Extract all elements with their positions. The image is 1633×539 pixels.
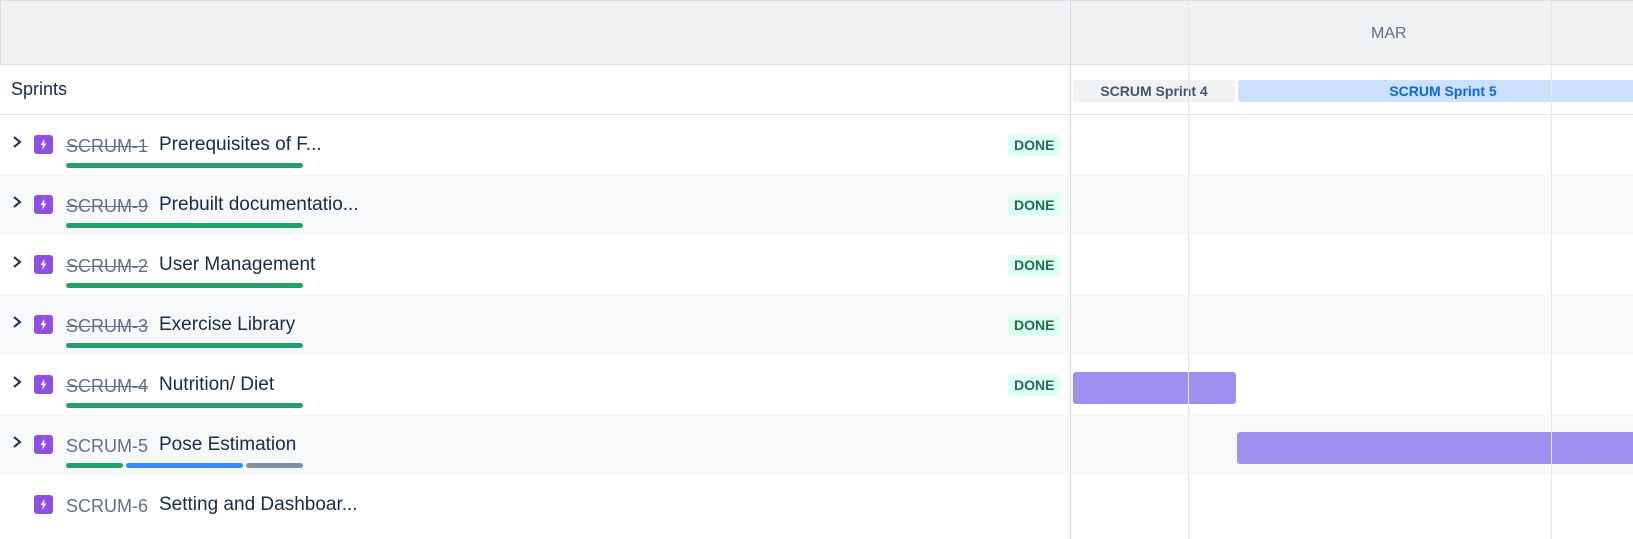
list-item[interactable]: SCRUM-1 Prerequisites of F... DONE: [0, 115, 1071, 175]
epic-icon: [34, 375, 53, 394]
list-item[interactable]: SCRUM-9 Prebuilt documentatio... DONE: [0, 175, 1071, 235]
issue-title[interactable]: Nutrition/ Diet: [159, 374, 274, 396]
issue-title[interactable]: User Management: [159, 254, 315, 276]
list-header: [0, 0, 1071, 65]
progress-done: [66, 403, 303, 408]
issue-title[interactable]: Pose Estimation: [159, 434, 296, 456]
progress-done: [66, 463, 123, 468]
status-badge[interactable]: DONE: [1008, 315, 1061, 336]
timeline-header: MAR: [1071, 0, 1633, 65]
timeline-row: [1071, 355, 1633, 415]
progress-done: [66, 163, 303, 168]
status-badge[interactable]: DONE: [1008, 375, 1061, 396]
timeline-row: [1071, 475, 1633, 535]
sprint-4-chip[interactable]: SCRUM Sprint 4: [1073, 80, 1235, 102]
sprint-5-chip[interactable]: SCRUM Sprint 5: [1238, 80, 1633, 102]
month-label: MAR: [1371, 25, 1407, 42]
list-item[interactable]: SCRUM-5 Pose Estimation: [0, 415, 1071, 475]
list-item[interactable]: SCRUM-4 Nutrition/ Diet DONE: [0, 355, 1071, 415]
progress-bar: [66, 343, 303, 348]
timeline-row: [1071, 175, 1633, 235]
timeline-panel: MAR SCRUM Sprint 4 SCRUM Sprint 5: [1071, 0, 1633, 539]
timeline-bar-scrum-5[interactable]: [1237, 432, 1633, 464]
issue-title[interactable]: Prerequisites of F...: [159, 134, 322, 156]
list-item[interactable]: SCRUM-3 Exercise Library DONE: [0, 295, 1071, 355]
issue-key[interactable]: SCRUM-9: [66, 196, 148, 217]
timeline-row: [1071, 235, 1633, 295]
chevron-right-icon[interactable]: [10, 435, 24, 449]
list-item[interactable]: SCRUM-2 User Management DONE: [0, 235, 1071, 295]
progress-bar: [66, 463, 303, 468]
timeline-row: [1071, 415, 1633, 475]
timeline-row: [1071, 115, 1633, 175]
timeline-bar-scrum-4[interactable]: [1073, 372, 1236, 404]
issue-key[interactable]: SCRUM-4: [66, 376, 148, 397]
issue-key[interactable]: SCRUM-1: [66, 136, 148, 157]
issue-key[interactable]: SCRUM-5: [66, 436, 148, 457]
sprints-label: Sprints: [11, 79, 68, 99]
progress-bar: [66, 223, 303, 228]
status-badge[interactable]: DONE: [1008, 195, 1061, 216]
sprints-row: Sprints: [0, 65, 1071, 115]
progress-in-progress: [126, 463, 243, 468]
epic-icon: [34, 255, 53, 274]
chevron-right-icon[interactable]: [10, 375, 24, 389]
chevron-right-icon[interactable]: [10, 255, 24, 269]
issue-key[interactable]: SCRUM-3: [66, 316, 148, 337]
issue-title[interactable]: Setting and Dashboar...: [159, 494, 358, 516]
epic-icon: [34, 435, 53, 454]
progress-todo: [246, 463, 303, 468]
sprint-lane: SCRUM Sprint 4 SCRUM Sprint 5: [1071, 65, 1633, 115]
chevron-right-icon[interactable]: [10, 315, 24, 329]
issue-key[interactable]: SCRUM-6: [66, 496, 148, 517]
chevron-right-icon[interactable]: [10, 135, 24, 149]
epic-icon: [34, 315, 53, 334]
issue-key[interactable]: SCRUM-2: [66, 256, 148, 277]
list-item[interactable]: SCRUM-6 Setting and Dashboar...: [0, 475, 1071, 535]
progress-done: [66, 283, 303, 288]
progress-done: [66, 343, 303, 348]
epic-icon: [34, 195, 53, 214]
week-gridline: [1188, 0, 1189, 539]
chevron-right-icon[interactable]: [10, 195, 24, 209]
issue-title[interactable]: Prebuilt documentatio...: [159, 194, 359, 216]
progress-bar: [66, 163, 303, 168]
epic-icon: [34, 135, 53, 154]
epic-icon: [34, 495, 53, 514]
status-badge[interactable]: DONE: [1008, 255, 1061, 276]
timeline-row: [1071, 295, 1633, 355]
issue-title[interactable]: Exercise Library: [159, 314, 295, 336]
issue-list-panel: Sprints SCRUM-1 Prerequisites of F... DO…: [0, 0, 1071, 539]
progress-bar: [66, 403, 303, 408]
week-gridline: [1551, 0, 1552, 539]
progress-bar: [66, 283, 303, 288]
progress-done: [66, 223, 303, 228]
status-badge[interactable]: DONE: [1008, 135, 1061, 156]
